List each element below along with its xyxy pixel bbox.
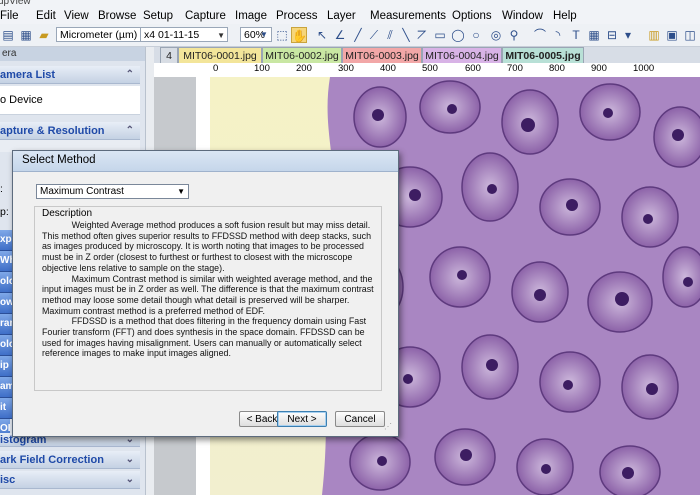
parallel-lines-icon[interactable]: ⫽ (382, 27, 398, 43)
open-icon[interactable]: ▤ (0, 27, 16, 43)
collapse-icon[interactable]: ⌃ (126, 122, 134, 140)
camera-list-box: o Device (0, 86, 140, 115)
camera-list-section[interactable]: amera List ⌃ (0, 66, 140, 84)
text-icon[interactable]: T (568, 27, 584, 43)
tab-mit06-0005[interactable]: MIT06-0005.jpg (502, 47, 584, 63)
menu-measurements[interactable]: Measurements (370, 10, 446, 22)
folder-icon[interactable]: ▰ (36, 27, 52, 43)
ruler-label: 800 (549, 63, 565, 74)
description-group: Description Weighted Average method prod… (34, 206, 382, 391)
ruler-icon[interactable]: ⊟ (604, 27, 620, 43)
calibration-select[interactable]: x4 01-11-15 ▼ (140, 27, 228, 42)
dialog-side-label: : (0, 183, 3, 195)
ruler-label: 0 (213, 63, 219, 74)
capture-resolution-section[interactable]: apture & Resolution ⌃ (0, 122, 140, 140)
menu-layer[interactable]: Layer (327, 10, 356, 22)
select-method-dialog: Select Method Maximum Contrast ▼ Descript… (12, 150, 399, 437)
angle-measure-icon[interactable]: ⦢ (414, 27, 430, 43)
dialog-title: Select Method (22, 154, 96, 166)
menu-image[interactable]: Image (235, 10, 267, 22)
dialog-side-label: p: (0, 206, 9, 218)
menu-file[interactable]: File (0, 10, 19, 22)
curve-icon[interactable]: ⌒ (532, 27, 548, 43)
description-text: Weighted Average method produces a soft … (42, 220, 374, 359)
menu-process[interactable]: Process (276, 10, 318, 22)
chevron-down-icon: ▼ (177, 187, 185, 196)
menu-bar: dpView File Edit View Browse Setup Captu… (0, 0, 700, 25)
method-select[interactable]: Maximum Contrast ▼ (36, 184, 189, 199)
ruler-label: 300 (338, 63, 354, 74)
horizontal-ruler: 0 100 200 300 400 500 600 700 800 900 10… (154, 63, 700, 78)
diagonal-icon[interactable]: ╲ (398, 27, 414, 43)
tab-mit06-0003[interactable]: MIT06-0003.jpg (342, 47, 422, 63)
save-icon[interactable]: ▦ (18, 27, 34, 43)
tab-mit06-0002[interactable]: MIT06-0002.jpg (262, 47, 342, 63)
ruler-label: 600 (465, 63, 481, 74)
menu-window[interactable]: Window (502, 10, 543, 22)
target-circle-icon[interactable]: ◎ (488, 27, 504, 43)
ruler-label: 900 (591, 63, 607, 74)
expand-icon[interactable]: ⌄ (126, 471, 134, 489)
chevron-down-icon[interactable]: ▾ (620, 27, 636, 43)
link-icon[interactable]: ⚲ (506, 27, 522, 43)
ruler-label: 100 (254, 63, 270, 74)
layers-icon[interactable]: ▥ (646, 27, 662, 43)
next-button[interactable]: Next > (277, 411, 327, 427)
chevron-down-icon: ▼ (217, 31, 225, 40)
angle-icon[interactable]: ∠ (332, 27, 348, 43)
pointer-icon[interactable]: ↖ (314, 27, 330, 43)
dialog-title-bar[interactable]: Select Method (13, 151, 398, 172)
ruler-label: 700 (507, 63, 523, 74)
grid-icon[interactable]: ▦ (586, 27, 602, 43)
misc-section[interactable]: isc ⌄ (0, 471, 140, 489)
line-icon[interactable]: ╱ (350, 27, 366, 43)
window-title: dpView (0, 0, 31, 7)
hand-tool-icon[interactable]: ✋ (291, 27, 307, 43)
description-label: Description (42, 208, 93, 219)
window-icon[interactable]: ◫ (682, 27, 698, 43)
expand-icon[interactable]: ⌄ (126, 451, 134, 469)
menu-capture[interactable]: Capture (185, 10, 226, 22)
rectangle-icon[interactable]: ▭ (432, 27, 448, 43)
collapse-icon[interactable]: ⌃ (126, 66, 134, 84)
dark-field-correction-section[interactable]: ark Field Correction ⌄ (0, 451, 140, 469)
panel-icon[interactable]: ▣ (664, 27, 680, 43)
tab-mit06-0004[interactable]: MIT06-0004.jpg (422, 47, 502, 63)
menu-browse[interactable]: Browse (98, 10, 136, 22)
menu-options[interactable]: Options (452, 10, 492, 22)
panel-header: era (0, 47, 145, 61)
circle-icon[interactable]: ○ (468, 27, 484, 43)
document-tabs: 4 MIT06-0001.jpg MIT06-0002.jpg MIT06-00… (154, 47, 700, 63)
ruler-label: 500 (422, 63, 438, 74)
menu-help[interactable]: Help (553, 10, 577, 22)
ruler-label: 400 (380, 63, 396, 74)
chevron-down-icon[interactable]: ▼ (258, 27, 270, 43)
ruler-label: 200 (296, 63, 312, 74)
select-rect-icon[interactable]: ⬚ (274, 27, 290, 43)
tab-scroll[interactable]: 4 (160, 47, 178, 63)
menu-view[interactable]: View (64, 10, 89, 22)
menu-edit[interactable]: Edit (36, 10, 56, 22)
toolbar: ▤ ▦ ▰ Micrometer (µm)▼ x4 01-11-15▼ 60% … (0, 24, 700, 47)
arc-icon[interactable]: ◝ (550, 27, 566, 43)
tab-mit06-0001[interactable]: MIT06-0001.jpg (178, 47, 262, 63)
ruler-label: 1000 (633, 63, 655, 74)
cancel-button[interactable]: Cancel (335, 411, 385, 427)
polyline-icon[interactable]: ⟋ (366, 27, 382, 43)
menu-setup[interactable]: Setup (143, 10, 173, 22)
device-item[interactable]: o Device (0, 94, 43, 106)
ellipse-icon[interactable]: ◯ (450, 27, 466, 43)
resize-grip-icon[interactable]: ⋰ (384, 422, 394, 432)
